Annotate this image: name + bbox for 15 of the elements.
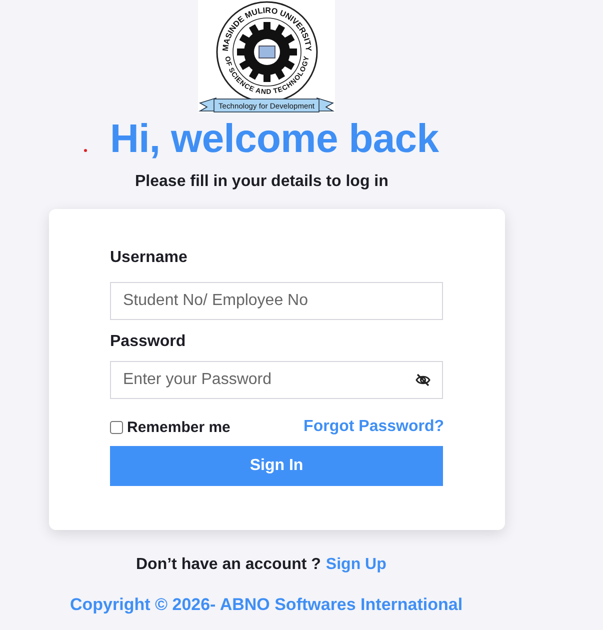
welcome-heading: Hi, welcome back (110, 116, 439, 162)
copyright-text: Copyright © 2026- ABNO Softwares International (70, 595, 464, 615)
sign-up-link[interactable]: Sign Up (326, 556, 386, 574)
password-field[interactable]: Enter your Password (110, 361, 443, 399)
remember-label: Remember me (127, 418, 230, 436)
forgot-password-link[interactable]: Forgot Password? (304, 418, 444, 436)
remember-checkbox[interactable] (110, 420, 123, 434)
subtitle: Please fill in your details to log in (135, 173, 390, 191)
field-label: Password (110, 333, 187, 351)
username-field[interactable]: Student No/ Employee No (110, 282, 443, 320)
sign-in-button[interactable]: Sign In (110, 446, 443, 486)
signup-prompt: Don’t have an account ? (136, 556, 321, 574)
field-label: Username (110, 249, 188, 267)
eye-slash-icon[interactable] (415, 372, 431, 388)
dot-mark (84, 148, 87, 152)
